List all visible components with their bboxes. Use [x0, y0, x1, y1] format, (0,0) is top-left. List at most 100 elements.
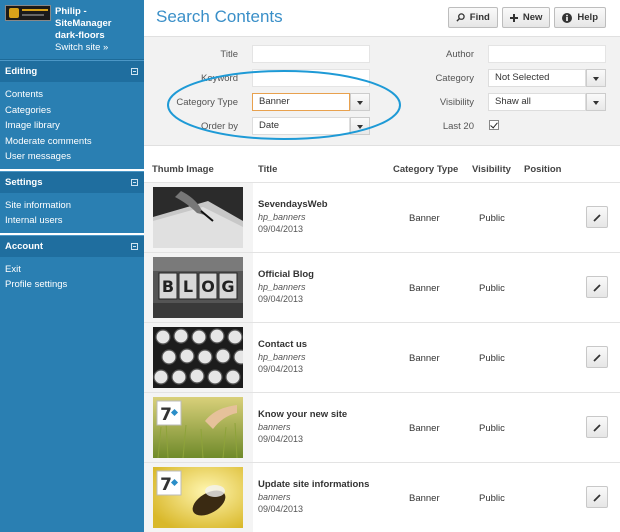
row-category: banners — [258, 492, 291, 502]
edit-button[interactable] — [586, 416, 608, 438]
section-title: Account — [5, 240, 43, 252]
row-visibility: Public — [479, 423, 505, 434]
toolbar: Find New Help — [447, 7, 606, 28]
svg-text:7: 7 — [160, 405, 172, 425]
row-visibility: Public — [479, 283, 505, 294]
help-label: Help — [577, 12, 598, 23]
pencil-icon — [593, 354, 601, 362]
row-title[interactable]: SevendaysWeb — [258, 199, 328, 210]
visibility-select[interactable]: Shaw all — [488, 93, 586, 111]
edit-button[interactable] — [586, 346, 608, 368]
keyword-input[interactable] — [252, 69, 370, 87]
table-row[interactable]: Contact us hp_banners 09/04/2013 Banner … — [144, 322, 620, 392]
table-row[interactable]: 7 Update site informations banners 09/04… — [144, 462, 620, 532]
new-label: New — [522, 12, 543, 23]
row-visibility: Public — [479, 213, 505, 224]
row-type: Banner — [409, 353, 440, 364]
table-row[interactable]: B L O G Official Blog hp_banners 09/04/2… — [144, 252, 620, 322]
sidebar-item-site-information[interactable]: Site information — [5, 198, 144, 214]
row-date: 09/04/2013 — [258, 504, 304, 514]
blog-letters-photo: B L O G — [153, 257, 243, 318]
sidebar-item-image-library[interactable]: Image library — [5, 118, 144, 134]
info-icon — [562, 12, 573, 23]
col-thumb-image: Thumb Image — [152, 164, 214, 175]
sidebar-item-moderate-comments[interactable]: Moderate comments — [5, 134, 144, 150]
chevron-down-icon[interactable] — [586, 93, 606, 111]
chevron-down-icon[interactable] — [586, 69, 606, 87]
row-date: 09/04/2013 — [258, 434, 304, 444]
bee-flower-photo: 7 — [153, 467, 243, 528]
row-type: Banner — [409, 213, 440, 224]
section-title: Editing — [5, 66, 38, 77]
typewriter-keys-photo — [153, 327, 243, 388]
sidebar-item-user-messages[interactable]: User messages — [5, 149, 144, 165]
hand-writing-photo — [153, 187, 243, 248]
author-input[interactable] — [488, 45, 606, 63]
pencil-icon — [593, 214, 601, 222]
table-header: Thumb Image Title Category Type Visibili… — [144, 158, 620, 182]
category-type-select[interactable]: Banner — [252, 93, 350, 111]
user-name-line: SiteManager — [55, 18, 112, 29]
order-by-select[interactable]: Date — [252, 117, 350, 135]
row-title[interactable]: Official Blog — [258, 269, 314, 280]
row-title[interactable]: Update site informations — [258, 479, 369, 490]
sidebar: Philip - SiteManager dark-floors Switch … — [0, 0, 144, 532]
col-position: Position — [524, 164, 562, 175]
section-settings[interactable]: Settings — [0, 170, 144, 193]
edit-button[interactable] — [586, 276, 608, 298]
edit-button[interactable] — [586, 486, 608, 508]
row-date: 09/04/2013 — [258, 364, 304, 374]
category-label: Category — [435, 73, 474, 84]
section-account[interactable]: Account — [0, 234, 144, 257]
order-by-label: Order by — [201, 121, 238, 132]
plus-icon — [509, 13, 518, 22]
svg-text:O: O — [201, 277, 215, 296]
edit-button[interactable] — [586, 206, 608, 228]
section-title: Settings — [5, 176, 43, 188]
last20-checkbox[interactable] — [489, 120, 499, 130]
row-visibility: Public — [479, 353, 505, 364]
svg-text:G: G — [221, 277, 234, 296]
sidebar-item-exit[interactable]: Exit — [5, 262, 144, 278]
user-name-line: Philip - — [55, 6, 87, 17]
category-type-label: Category Type — [176, 97, 238, 108]
col-visibility: Visibility — [472, 164, 511, 175]
search-icon — [456, 13, 465, 22]
collapse-icon[interactable] — [131, 242, 138, 250]
switch-site-link[interactable]: Switch site » — [55, 42, 108, 53]
new-button[interactable]: New — [501, 7, 551, 28]
row-title[interactable]: Contact us — [258, 339, 307, 350]
collapse-icon[interactable] — [131, 68, 138, 75]
sidebar-item-categories[interactable]: Categories — [5, 103, 144, 119]
row-category: banners — [258, 422, 291, 432]
section-editing[interactable]: Editing — [0, 60, 144, 82]
svg-text:7: 7 — [160, 475, 172, 495]
collapse-icon[interactable] — [131, 178, 138, 186]
visibility-label: Visibility — [439, 97, 474, 108]
col-category-type: Category Type — [393, 164, 459, 175]
row-type: Banner — [409, 283, 440, 294]
sidebar-item-contents[interactable]: Contents — [5, 87, 144, 103]
keyword-label: Keyword — [201, 73, 238, 84]
help-button[interactable]: Help — [554, 7, 606, 28]
row-visibility: Public — [479, 493, 505, 504]
row-title[interactable]: Know your new site — [258, 409, 347, 420]
table-row[interactable]: SevendaysWeb hp_banners 09/04/2013 Banne… — [144, 182, 620, 252]
page-title: Search Contents — [156, 7, 283, 26]
chevron-down-icon[interactable] — [350, 93, 370, 111]
category-select[interactable]: Not Selected — [488, 69, 586, 87]
row-category: hp_banners — [258, 282, 306, 292]
col-title: Title — [258, 164, 278, 175]
row-date: 09/04/2013 — [258, 224, 304, 234]
user-name: Philip - SiteManager dark-floors — [55, 6, 141, 42]
row-category: hp_banners — [258, 212, 306, 222]
table-row[interactable]: 7 Know your new site banners 09/04/2013 … — [144, 392, 620, 462]
sidebar-item-profile-settings[interactable]: Profile settings — [5, 277, 144, 293]
sidebar-item-internal-users[interactable]: Internal users — [5, 213, 144, 229]
chevron-down-icon[interactable] — [350, 117, 370, 135]
pencil-icon — [593, 494, 601, 502]
title-input[interactable] — [252, 45, 370, 63]
find-button[interactable]: Find — [447, 7, 498, 28]
row-date: 09/04/2013 — [258, 294, 304, 304]
row-category: hp_banners — [258, 352, 306, 362]
